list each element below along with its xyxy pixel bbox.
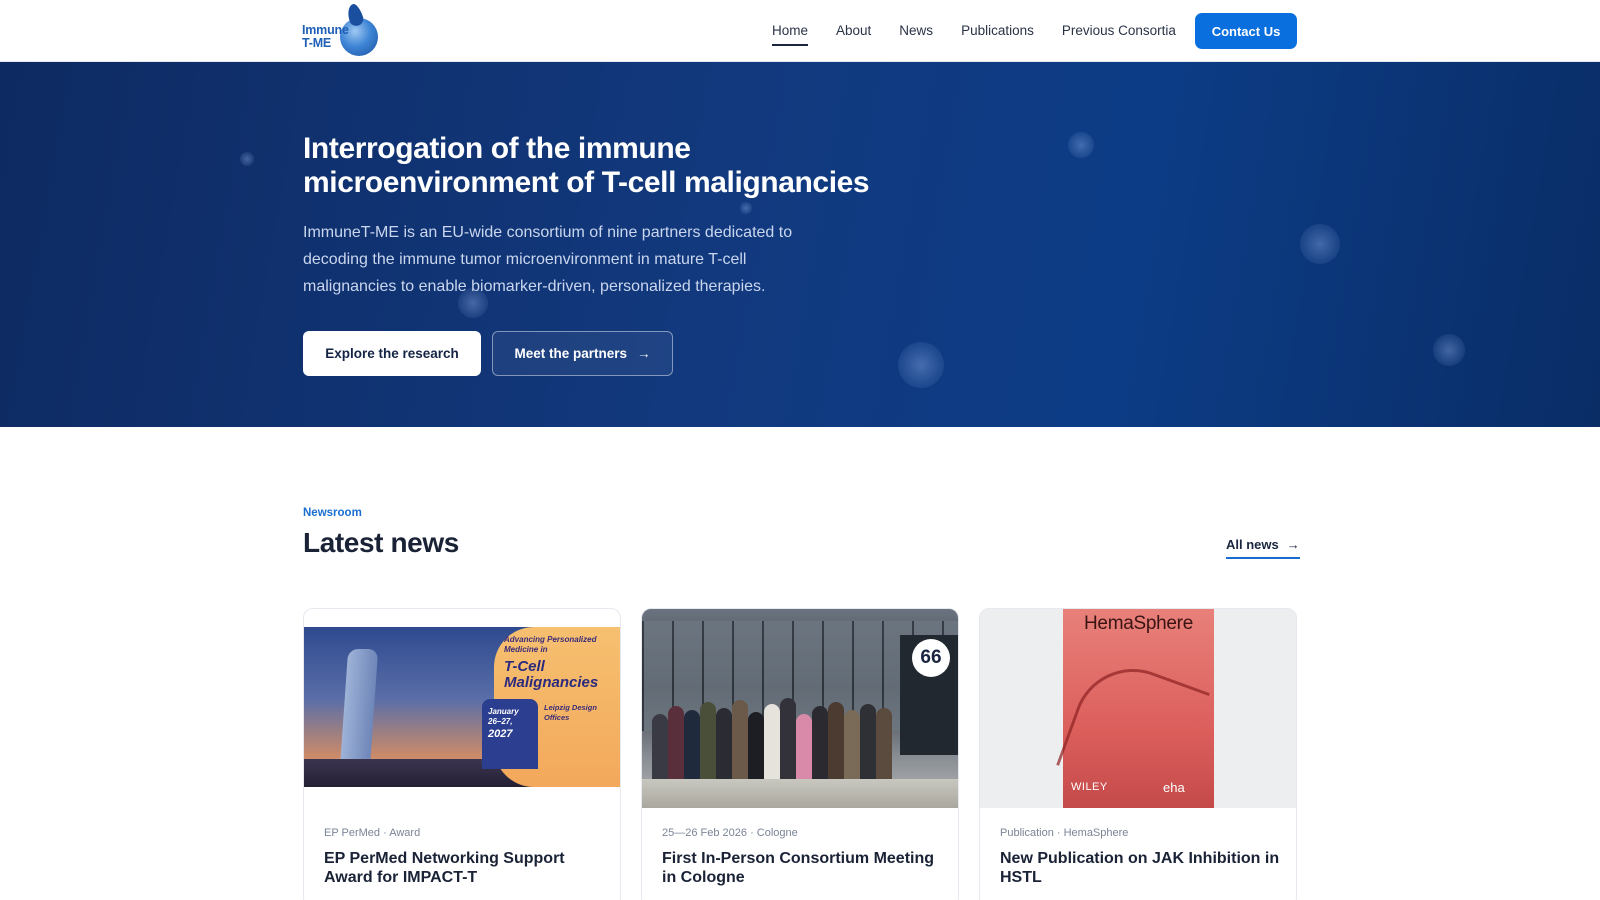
- arrow-right-icon: →: [637, 346, 651, 361]
- event-tagline: Advancing Personalized Medicine in: [504, 635, 597, 654]
- news-card-title[interactable]: First In-Person Consortium Meeting in Co…: [662, 849, 942, 887]
- bokeh-decoration: [740, 202, 752, 214]
- bokeh-decoration: [1068, 132, 1094, 158]
- nav-home[interactable]: Home: [772, 0, 809, 62]
- news-card[interactable]: HemaSphere WILEY eha Publication · HemaS…: [979, 608, 1297, 900]
- publisher-logo: WILEY: [1071, 781, 1108, 793]
- person-figure: [700, 702, 716, 784]
- site-header: Immune T-ME Home About News Publications…: [0, 0, 1600, 62]
- person-figure: [828, 702, 844, 784]
- society-logo: eha: [1163, 780, 1185, 795]
- main-nav: Home About News Publications Previous Co…: [772, 0, 1176, 62]
- group-of-people: [652, 679, 902, 784]
- floor-shape: [642, 779, 958, 808]
- meet-partners-button[interactable]: Meet the partners →: [492, 331, 673, 376]
- hero-section: Interrogation of the immune microenviron…: [0, 62, 1600, 427]
- bokeh-decoration: [898, 342, 944, 388]
- logo-line-2: T-ME: [302, 36, 332, 50]
- building-number-badge: 66: [912, 639, 950, 677]
- person-figure: [780, 698, 796, 784]
- person-figure: [652, 714, 668, 784]
- person-figure: [732, 700, 748, 784]
- news-card-image: 66: [642, 609, 958, 808]
- bokeh-decoration: [1300, 224, 1340, 264]
- bokeh-decoration: [1433, 334, 1465, 366]
- section-title: Latest news: [303, 527, 459, 558]
- news-card[interactable]: Advancing Personalized Medicine in T-Cel…: [303, 608, 621, 900]
- nav-publications[interactable]: Publications: [961, 0, 1034, 62]
- journal-title: HemaSphere: [1084, 613, 1193, 634]
- all-news-link[interactable]: All news →: [1226, 537, 1300, 559]
- nav-about[interactable]: About: [836, 0, 871, 62]
- immunet-me-logo[interactable]: Immune T-ME: [302, 2, 378, 58]
- news-card-title[interactable]: EP PerMed Networking Support Award for I…: [324, 849, 604, 887]
- hero-title: Interrogation of the immune microenviron…: [303, 132, 870, 199]
- all-news-label: All news: [1226, 537, 1279, 552]
- news-card-image: HemaSphere WILEY eha: [980, 609, 1296, 808]
- person-figure: [860, 704, 876, 784]
- event-year: 2027: [488, 728, 513, 740]
- event-date-line1: January: [488, 707, 519, 716]
- meet-partners-label: Meet the partners: [514, 346, 628, 361]
- person-figure: [716, 708, 732, 784]
- event-location: Leipzig Design Offices: [544, 703, 597, 722]
- hero-description: ImmuneT-ME is an EU-wide consortium of n…: [303, 224, 793, 295]
- news-card-meta: Publication · HemaSphere: [1000, 827, 1129, 839]
- news-card-meta: 25—26 Feb 2026 · Cologne: [662, 827, 798, 839]
- person-figure: [812, 706, 828, 784]
- person-figure: [796, 714, 812, 784]
- news-card-image: Advancing Personalized Medicine in T-Cel…: [304, 609, 620, 808]
- event-date-line2: 26–27,: [488, 717, 513, 726]
- arrow-right-icon: →: [1286, 537, 1300, 552]
- explore-research-button[interactable]: Explore the research: [303, 331, 481, 376]
- person-figure: [748, 712, 764, 784]
- journal-cover: HemaSphere WILEY eha: [1056, 609, 1214, 808]
- person-figure: [684, 710, 700, 784]
- news-card[interactable]: 66 25—26 Feb 2026 · Cologne First In-Per…: [641, 608, 959, 900]
- contact-us-button[interactable]: Contact Us: [1195, 13, 1297, 49]
- nav-news[interactable]: News: [899, 0, 933, 62]
- person-figure: [668, 706, 684, 784]
- person-figure: [844, 710, 860, 784]
- person-figure: [764, 704, 780, 784]
- news-card-meta: EP PerMed · Award: [324, 827, 421, 839]
- logo-text: Immune T-ME: [302, 24, 349, 50]
- event-date: January 26–27, 2027: [482, 699, 538, 769]
- nav-previous-consortia[interactable]: Previous Consortia: [1062, 0, 1176, 62]
- event-heading: T-Cell Malignancies: [504, 658, 599, 691]
- bokeh-decoration: [240, 152, 254, 166]
- person-figure: [876, 708, 892, 784]
- news-card-title[interactable]: New Publication on JAK Inhibition in HST…: [1000, 849, 1280, 887]
- section-kicker: Newsroom: [303, 507, 362, 519]
